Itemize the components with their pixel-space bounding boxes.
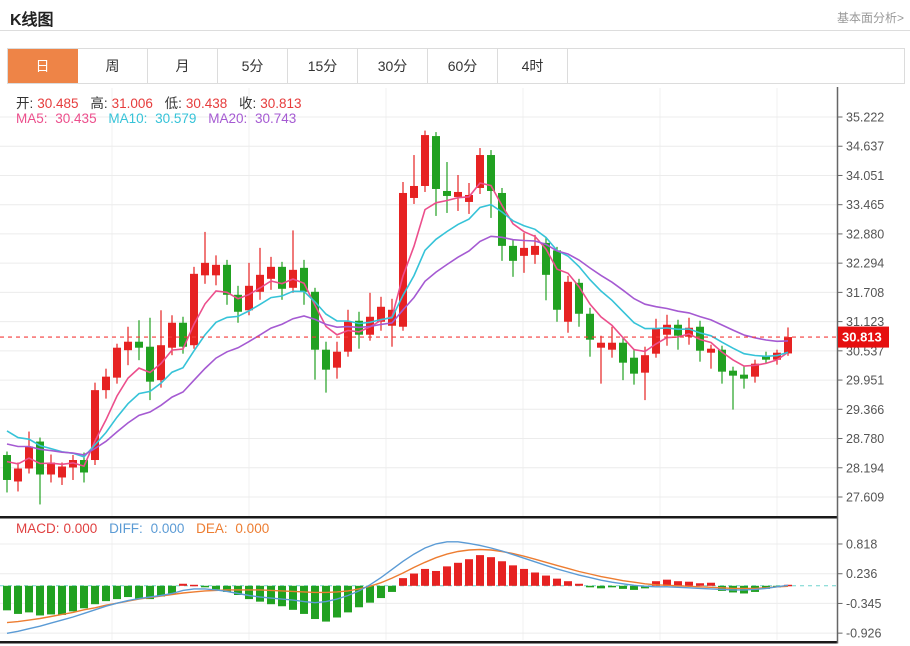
high-value: 31.006 xyxy=(112,96,153,111)
svg-text:28.780: 28.780 xyxy=(846,432,884,446)
fundamental-analysis-link[interactable]: 基本面分析> xyxy=(837,9,904,26)
svg-text:32.294: 32.294 xyxy=(846,257,884,271)
panel-borders xyxy=(0,87,838,644)
close-label: 收: xyxy=(239,96,256,111)
tab-30min[interactable]: 30分 xyxy=(358,49,428,83)
low-value: 30.438 xyxy=(186,96,227,111)
tab-4hour[interactable]: 4时 xyxy=(498,49,568,83)
open-label: 开: xyxy=(16,96,33,111)
tab-week[interactable]: 周 xyxy=(78,49,148,83)
tab-60min[interactable]: 60分 xyxy=(428,49,498,83)
dea-value: 0.000 xyxy=(235,521,269,536)
ma5-value: 30.435 xyxy=(55,111,96,126)
svg-text:34.051: 34.051 xyxy=(846,169,884,183)
svg-text:31.708: 31.708 xyxy=(846,286,884,300)
macd-value: 0.000 xyxy=(64,521,98,536)
svg-text:0.818: 0.818 xyxy=(846,537,877,551)
tab-filler xyxy=(568,49,904,83)
current-price-badge: 30.813 xyxy=(838,327,889,348)
svg-text:33.465: 33.465 xyxy=(846,198,884,212)
page-title: K线图 xyxy=(10,6,54,30)
high-label: 高: xyxy=(90,96,107,111)
period-tabs: 日 周 月 5分 15分 30分 60分 4时 xyxy=(7,48,905,84)
low-label: 低: xyxy=(165,96,182,111)
ma20-label: MA20: xyxy=(208,111,247,126)
diff-label: DIFF: xyxy=(109,521,143,536)
ma5-label: MA5: xyxy=(16,111,48,126)
svg-text:0.236: 0.236 xyxy=(846,567,877,581)
macd-label: MACD: xyxy=(16,521,60,536)
dea-label: DEA: xyxy=(196,521,228,536)
kline-page: 35.222 34.637 34.051 33.465 32.880 32.294 31.7… xyxy=(0,0,910,646)
grid-layer xyxy=(0,88,838,640)
svg-text:27.609: 27.609 xyxy=(846,490,884,504)
svg-text:-0.926: -0.926 xyxy=(846,627,881,641)
svg-text:30.813: 30.813 xyxy=(842,330,882,345)
ma5-line xyxy=(7,183,788,466)
svg-text:28.194: 28.194 xyxy=(846,461,884,475)
price-axis: 35.222 34.637 34.051 33.465 32.880 32.294 31.7… xyxy=(838,111,885,505)
svg-text:34.637: 34.637 xyxy=(846,140,884,154)
macd-readout: MACD: 0.000 DIFF: 0.000 DEA: 0.000 xyxy=(16,521,277,536)
macd-axis: 0.818 0.236 -0.345 -0.926 xyxy=(838,537,882,640)
svg-text:32.880: 32.880 xyxy=(846,227,884,241)
tab-15min[interactable]: 15分 xyxy=(288,49,358,83)
tab-5min[interactable]: 5分 xyxy=(218,49,288,83)
header-divider xyxy=(0,30,910,31)
ma10-label: MA10: xyxy=(108,111,147,126)
svg-text:29.366: 29.366 xyxy=(846,403,884,417)
ma20-value: 30.743 xyxy=(255,111,296,126)
ohlc-readout: 开: 30.485 高: 31.006 低: 30.438 收: 30.813 xyxy=(16,92,310,112)
svg-text:35.222: 35.222 xyxy=(846,111,884,125)
ma-readout: MA5: 30.435 MA10: 30.579 MA20: 30.743 xyxy=(16,111,304,126)
close-value: 30.813 xyxy=(260,96,301,111)
diff-value: 0.000 xyxy=(151,521,185,536)
ma10-value: 30.579 xyxy=(155,111,196,126)
tab-day[interactable]: 日 xyxy=(8,49,78,83)
svg-text:-0.345: -0.345 xyxy=(846,597,881,611)
svg-text:29.951: 29.951 xyxy=(846,374,884,388)
tab-month[interactable]: 月 xyxy=(148,49,218,83)
open-value: 30.485 xyxy=(37,96,78,111)
